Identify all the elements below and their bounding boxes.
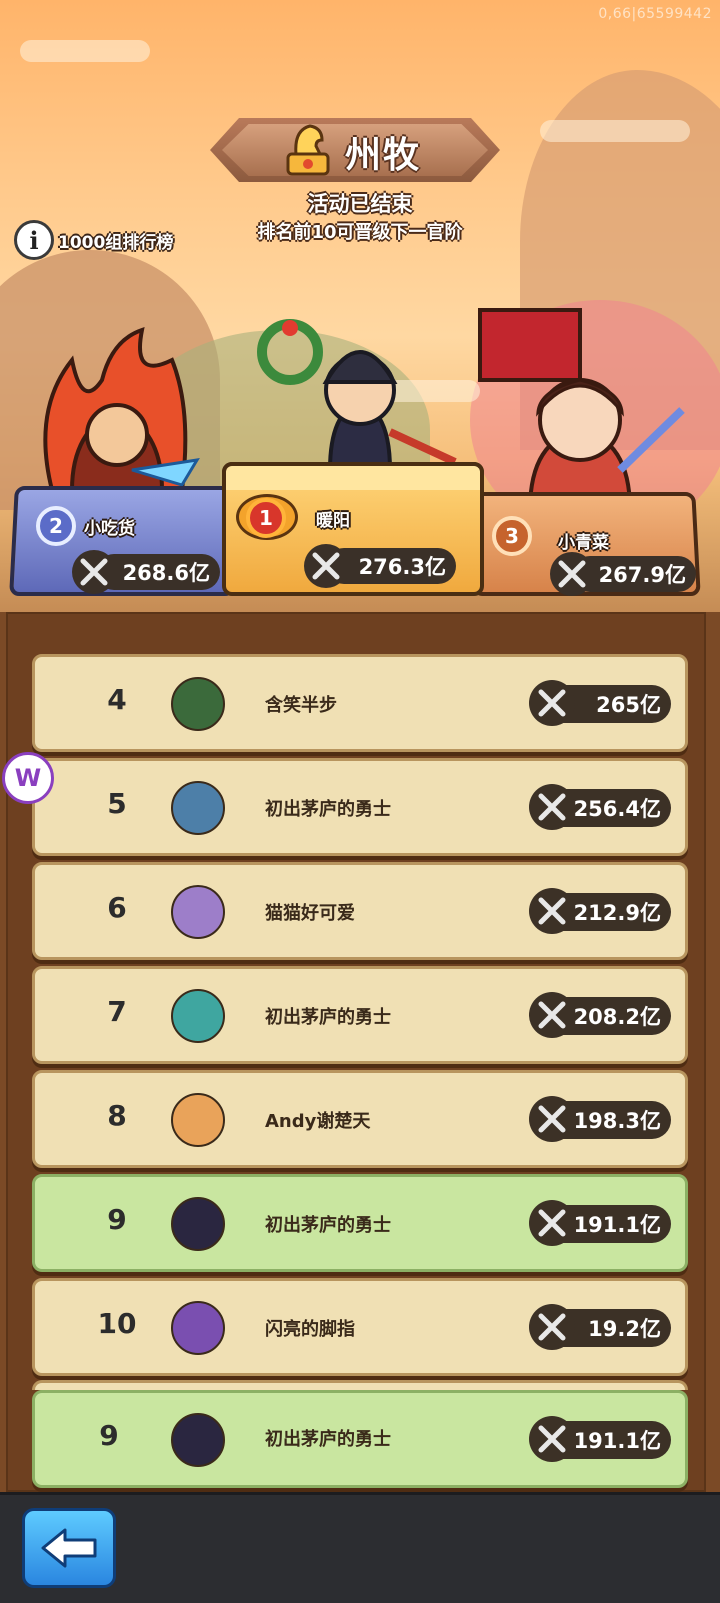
leaderboard-info-button[interactable]: i 1000组排行榜 [14, 220, 173, 260]
podium-first-top [222, 462, 484, 490]
row-player-name: 初出茅庐的勇士 [265, 1007, 391, 1028]
debug-readout: 0,66|65599442 [598, 6, 712, 22]
row-rank: 5 [107, 787, 127, 820]
row-rank: 9 [99, 1419, 119, 1452]
back-button[interactable] [22, 1508, 116, 1588]
cloud [540, 120, 690, 142]
row-player-name: 含笑半步 [265, 695, 337, 716]
player-3-character [478, 308, 685, 512]
row-player-name: 初出茅庐的勇士 [265, 799, 391, 820]
crossed-swords-icon [72, 550, 116, 594]
podium-2-name: 小吃货 [84, 519, 135, 539]
ranking-row-9[interactable]: 9 初出茅庐的勇士 191.1亿 [32, 1174, 688, 1272]
my-ranking-row[interactable]: 9 初出茅庐的勇士 191.1亿 [32, 1390, 688, 1488]
ranking-row-5[interactable]: 5 初出茅庐的勇士 256.4亿 [32, 758, 688, 856]
crossed-swords-icon [529, 1416, 575, 1462]
cloud [20, 40, 150, 62]
row-rank: 9 [107, 1203, 127, 1236]
crossed-swords-icon [304, 544, 348, 588]
ranking-row-4[interactable]: 4 含笑半步 265亿 [32, 654, 688, 752]
crossed-swords-icon [529, 1096, 575, 1142]
player-avatar[interactable] [171, 1093, 225, 1147]
player-avatar[interactable] [171, 885, 225, 939]
page-title: 州牧 [345, 135, 422, 176]
row-player-name: 初出茅庐的勇士 [265, 1429, 391, 1450]
rank-3-badge: 3 [492, 516, 532, 556]
row-player-name: 猫猫好可爱 [265, 903, 355, 924]
row-rank: 4 [107, 683, 127, 716]
player-2-character [43, 327, 200, 492]
row-player-name: 初出茅庐的勇士 [265, 1215, 391, 1236]
player-avatar[interactable] [171, 1197, 225, 1251]
player-1-character [257, 319, 457, 472]
ranking-row-8[interactable]: 8 Andy谢楚天 198.3亿 [32, 1070, 688, 1168]
floating-widget-button[interactable]: W [2, 752, 54, 804]
back-arrow-icon [41, 1528, 97, 1568]
rank-2-badge: 2 [36, 506, 76, 546]
row-player-name: 闪亮的脚指 [265, 1319, 355, 1340]
player-avatar[interactable] [171, 677, 225, 731]
crossed-swords-icon [529, 784, 575, 830]
crossed-swords-icon [529, 1304, 575, 1350]
crossed-swords-icon [550, 552, 594, 596]
row-rank: 7 [107, 995, 127, 1028]
row-rank: 6 [107, 891, 127, 924]
player-avatar[interactable] [171, 989, 225, 1043]
podium-3-name: 小青菜 [558, 533, 609, 553]
golden-horse-icon [286, 124, 330, 176]
crossed-swords-icon [529, 992, 575, 1038]
ranking-row-10[interactable]: 10 闪亮的脚指 19.2亿 [32, 1278, 688, 1376]
crossed-swords-icon [529, 1200, 575, 1246]
row-player-name: Andy谢楚天 [265, 1111, 371, 1132]
ranking-row-next-peek [32, 1380, 688, 1390]
player-avatar[interactable] [171, 1301, 225, 1355]
ranking-row-6[interactable]: 6 猫猫好可爱 212.9亿 [32, 862, 688, 960]
row-rank: 8 [107, 1099, 127, 1132]
rank-1-badge: 1 [246, 498, 286, 538]
crossed-swords-icon [529, 888, 575, 934]
podium-1-name: 暖阳 [316, 511, 350, 531]
player-avatar[interactable] [171, 1413, 225, 1467]
leaderboard-group-label: 1000组排行榜 [58, 232, 174, 253]
row-rank: 10 [97, 1307, 137, 1340]
info-icon[interactable]: i [14, 220, 54, 260]
event-status: 活动已结束 [307, 192, 413, 216]
ranking-row-7[interactable]: 7 初出茅庐的勇士 208.2亿 [32, 966, 688, 1064]
crossed-swords-icon [529, 680, 575, 726]
player-avatar[interactable] [171, 781, 225, 835]
